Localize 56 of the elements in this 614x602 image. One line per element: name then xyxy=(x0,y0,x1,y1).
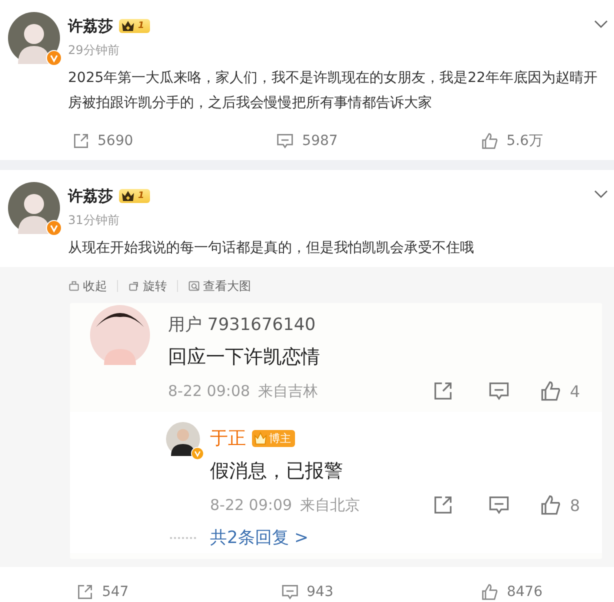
level-badge: 1 xyxy=(119,189,150,203)
repost-button[interactable]: 5690 xyxy=(72,132,134,150)
comment-like-button[interactable]: 4 xyxy=(518,380,580,402)
collapse-icon xyxy=(68,280,80,292)
thumbs-up-icon xyxy=(540,494,562,516)
verified-badge-icon xyxy=(46,50,62,66)
reply-like-button[interactable]: 8 xyxy=(518,494,580,516)
comment-time: 8-22 09:08 xyxy=(168,382,250,400)
post-time: 29分钟前 xyxy=(68,42,120,59)
share-icon[interactable] xyxy=(432,380,454,402)
comment-icon[interactable] xyxy=(488,494,510,516)
comment-text: 回应一下许凯恋情 xyxy=(168,345,320,370)
comment-icon xyxy=(280,583,299,601)
rotate-icon xyxy=(128,280,140,292)
crown-icon xyxy=(121,20,135,32)
enlarge-icon xyxy=(188,280,200,292)
reply-location: 来自北京 xyxy=(300,496,360,514)
like-button[interactable]: 5.6万 xyxy=(480,132,543,150)
avatar[interactable] xyxy=(8,182,60,234)
image-tool-button[interactable]: 旋转 xyxy=(128,278,167,294)
image-tool-button[interactable]: 查看大图 xyxy=(188,278,251,294)
avatar[interactable] xyxy=(8,12,60,64)
like-button[interactable]: 8476 xyxy=(480,583,542,601)
level-badge: 1 xyxy=(119,19,150,33)
post-time: 31分钟前 xyxy=(68,212,120,229)
thumbs-up-icon xyxy=(480,132,499,150)
repost-icon xyxy=(76,583,94,601)
thumbs-up-icon xyxy=(540,380,562,402)
verified-badge-icon xyxy=(46,220,62,236)
repost-button[interactable]: 547 xyxy=(76,583,129,601)
thumbs-up-icon xyxy=(480,583,499,601)
replier-avatar xyxy=(166,422,200,456)
chevron-down-icon[interactable] xyxy=(594,190,608,198)
comment-button[interactable]: 943 xyxy=(280,583,334,601)
commenter-name[interactable]: 用户 7931676140 xyxy=(168,313,320,336)
post-text: 从现在开始我说的每一句话都是真的，但是我怕凯凯会承受不住哦 xyxy=(67,239,475,258)
comment-icon xyxy=(276,132,294,150)
comment-button[interactable]: 5987 xyxy=(276,132,338,150)
image-tool-button[interactable]: 收起 xyxy=(68,278,107,294)
crown-icon xyxy=(254,432,267,444)
more-replies-link[interactable]: 共2条回复 > xyxy=(210,526,308,549)
commenter-avatar xyxy=(90,305,150,365)
author-name[interactable]: 许荔莎 xyxy=(68,186,113,206)
reply-text: 假消息，已报警 xyxy=(210,459,343,484)
replier-name[interactable]: 于正 xyxy=(210,426,246,450)
share-icon[interactable] xyxy=(432,494,454,516)
comment-location: 来自吉林 xyxy=(258,382,318,400)
verified-badge-icon xyxy=(191,447,204,460)
crown-icon xyxy=(121,190,135,202)
blogger-badge: 博主 xyxy=(252,430,295,446)
comment-icon[interactable] xyxy=(488,380,510,402)
author-name[interactable]: 许荔莎 xyxy=(68,16,113,36)
chevron-down-icon[interactable] xyxy=(594,20,608,28)
repost-icon xyxy=(72,132,90,150)
post-text: 2025年第一大瓜来咯，家人们，我不是许凯现在的女朋友，我是22年年底因为赵晴开房被拍跟许凯分手的，之后我会慢慢把所有事情都告诉大家 xyxy=(67,69,598,113)
reply-time: 8-22 09:09 xyxy=(210,496,292,514)
